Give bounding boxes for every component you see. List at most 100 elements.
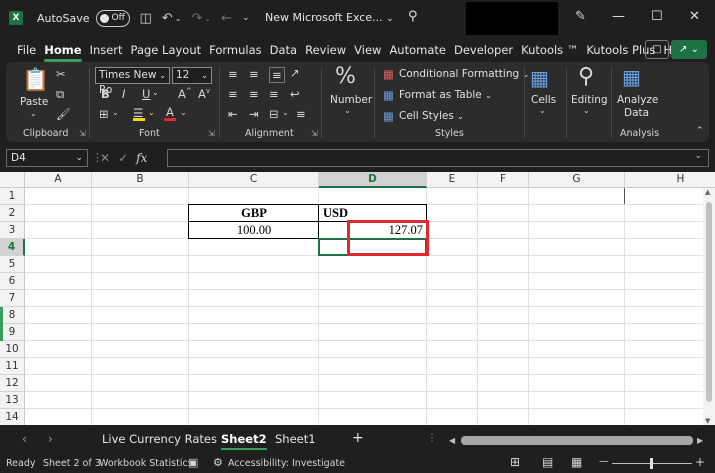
number-button-label[interactable]: Number: [330, 94, 372, 106]
normal-view-icon[interactable]: ⊞: [510, 455, 520, 469]
underline-dropdown-icon[interactable]: ⌄: [152, 88, 159, 97]
formula-input[interactable]: ⌄: [167, 149, 709, 167]
share-button[interactable]: ↗ ⌄: [671, 40, 707, 59]
font-name-select[interactable]: Times New Ro ⌄: [95, 67, 170, 96]
zoom-out-icon[interactable]: —: [599, 456, 609, 467]
menu-view[interactable]: View: [350, 43, 385, 57]
paste-button-label[interactable]: Paste: [20, 96, 48, 108]
number-dropdown-icon[interactable]: ⌄: [344, 106, 351, 115]
orientation-icon[interactable]: ↗: [290, 66, 300, 80]
maximize-icon[interactable]: ☐: [651, 9, 663, 24]
cell-styles-button[interactable]: Cell Styles ⌄: [399, 110, 464, 122]
analyze-data-label-2[interactable]: Data: [624, 107, 649, 119]
back-icon[interactable]: ←: [221, 11, 232, 26]
redo-icon[interactable]: ↷: [191, 11, 202, 26]
menu-formulas[interactable]: Formulas: [205, 43, 266, 57]
row-header-5[interactable]: 5: [0, 256, 25, 273]
worksheet-grid[interactable]: A B C D E F G H 1 2 3 4 5 6 7 8 9 10 11 …: [0, 172, 715, 425]
col-header-g[interactable]: G: [529, 172, 625, 188]
align-right-icon[interactable]: ≡: [269, 87, 279, 101]
row-header-13[interactable]: 13: [0, 392, 25, 409]
document-title[interactable]: New Microsoft Exce... ⌄: [265, 11, 394, 24]
menu-home[interactable]: Home: [40, 43, 85, 62]
underline-icon[interactable]: U: [142, 87, 150, 101]
clipboard-launcher-icon[interactable]: ⇲: [79, 129, 86, 138]
row-header-14[interactable]: 14: [0, 409, 25, 425]
tabs-more-icon[interactable]: ⋮: [427, 433, 437, 444]
quick-access-dropdown-icon[interactable]: ⌄: [242, 13, 250, 23]
settings-icon[interactable]: ≡: [296, 107, 306, 121]
accessibility-button[interactable]: Accessibility: Investigate: [228, 458, 345, 469]
workbook-statistics-button[interactable]: Workbook Statistics: [99, 458, 193, 469]
conditional-formatting-button[interactable]: Conditional Formatting ⌄: [399, 68, 529, 80]
close-icon[interactable]: ✕: [689, 9, 700, 24]
collapse-ribbon-icon[interactable]: ⌃: [696, 126, 704, 136]
cell-styles-icon[interactable]: ▦: [383, 109, 394, 123]
comments-button[interactable]: □: [645, 40, 669, 59]
col-header-d[interactable]: D: [319, 172, 427, 188]
paste-icon[interactable]: 📋: [22, 68, 49, 93]
col-header-h[interactable]: H: [625, 172, 715, 188]
page-layout-view-icon[interactable]: ▤: [542, 455, 553, 469]
select-all-button[interactable]: [0, 172, 25, 188]
col-header-c[interactable]: C: [189, 172, 319, 188]
enter-icon[interactable]: ✓: [118, 151, 128, 165]
minimize-icon[interactable]: —: [612, 9, 625, 24]
row-header-12[interactable]: 12: [0, 375, 25, 392]
wrap-text-icon[interactable]: ↩: [290, 87, 300, 101]
increase-font-icon[interactable]: A^: [178, 87, 192, 101]
borders-icon[interactable]: ⊞: [99, 107, 109, 121]
tab-live-currency-rates[interactable]: Live Currency Rates: [102, 432, 217, 446]
tab-sheet1[interactable]: Sheet1: [275, 432, 316, 446]
row-header-10[interactable]: 10: [0, 341, 25, 358]
align-top-icon[interactable]: ≡: [228, 67, 238, 81]
scroll-right-icon[interactable]: ▶: [697, 436, 703, 445]
vertical-scroll-thumb[interactable]: [706, 202, 712, 402]
add-sheet-button[interactable]: +: [352, 430, 364, 446]
font-color-dropdown-icon[interactable]: ⌄: [180, 108, 187, 117]
decrease-indent-icon[interactable]: ⇤: [228, 107, 238, 121]
row-header-11[interactable]: 11: [0, 358, 25, 375]
copy-icon[interactable]: ⧉: [56, 87, 64, 102]
bold-icon[interactable]: B: [101, 87, 110, 101]
editing-dropdown-icon[interactable]: ⌄: [583, 106, 590, 115]
macro-record-icon[interactable]: ▣: [188, 456, 198, 469]
conditional-formatting-icon[interactable]: ▦: [383, 67, 394, 81]
decrease-font-icon[interactable]: Av: [198, 87, 210, 101]
col-header-b[interactable]: B: [92, 172, 189, 188]
cut-icon[interactable]: ✂: [56, 67, 66, 81]
analyze-data-icon[interactable]: ▦: [622, 65, 641, 89]
font-launcher-icon[interactable]: ⇲: [208, 129, 215, 138]
insert-function-icon[interactable]: fx: [136, 151, 147, 165]
merge-dropdown-icon[interactable]: ⌄: [282, 108, 289, 117]
pen-icon[interactable]: ✎: [575, 9, 586, 24]
undo-dropdown-icon[interactable]: ⌄: [175, 14, 182, 23]
search-icon[interactable]: ⚲: [578, 64, 594, 89]
page-break-view-icon[interactable]: ▦: [571, 455, 582, 469]
zoom-in-icon[interactable]: +: [695, 455, 705, 469]
cells-dropdown-icon[interactable]: ⌄: [539, 106, 546, 115]
horizontal-scroll-thumb[interactable]: [461, 436, 693, 445]
borders-dropdown-icon[interactable]: ⌄: [112, 108, 119, 117]
row-header-2[interactable]: 2: [0, 205, 25, 222]
scroll-left-icon[interactable]: ◀: [449, 436, 455, 445]
font-size-select[interactable]: 12 ⌄: [172, 67, 212, 84]
row-header-4[interactable]: 4: [0, 239, 25, 256]
row-header-6[interactable]: 6: [0, 273, 25, 290]
vertical-scrollbar[interactable]: ▲ ▼: [703, 188, 715, 425]
row-header-7[interactable]: 7: [0, 290, 25, 307]
menu-kutools[interactable]: Kutools ™: [517, 43, 582, 57]
menu-data[interactable]: Data: [266, 43, 301, 57]
save-icon[interactable]: ◫: [140, 11, 152, 26]
align-center-icon[interactable]: ≡: [249, 87, 259, 101]
accessibility-icon[interactable]: ⚙: [213, 456, 223, 469]
col-header-f[interactable]: F: [478, 172, 529, 188]
col-header-e[interactable]: E: [427, 172, 478, 188]
undo-icon[interactable]: ↶: [162, 11, 173, 26]
align-bottom-icon[interactable]: ≡: [269, 67, 285, 83]
redo-dropdown-icon[interactable]: ⌄: [204, 14, 211, 23]
row-header-1[interactable]: 1: [0, 188, 25, 205]
cancel-icon[interactable]: ✕: [100, 151, 110, 165]
next-sheet-icon[interactable]: ›: [48, 432, 53, 446]
row-header-3[interactable]: 3: [0, 222, 25, 239]
